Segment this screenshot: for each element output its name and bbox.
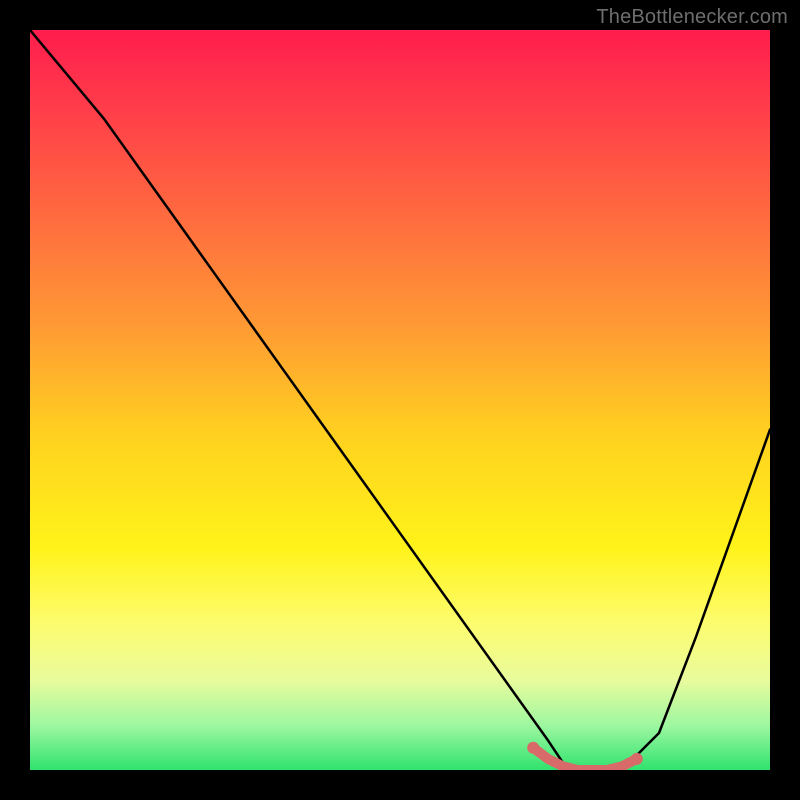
- bottleneck-curve: [30, 30, 770, 770]
- chart-frame: TheBottlenecker.com: [0, 0, 800, 800]
- chart-svg: [30, 30, 770, 770]
- watermark-label: TheBottlenecker.com: [596, 6, 788, 29]
- highlight-start-dot: [527, 742, 539, 754]
- highlight-end-dot: [631, 753, 643, 765]
- plot-area: [30, 30, 770, 770]
- highlight-segment: [533, 748, 637, 770]
